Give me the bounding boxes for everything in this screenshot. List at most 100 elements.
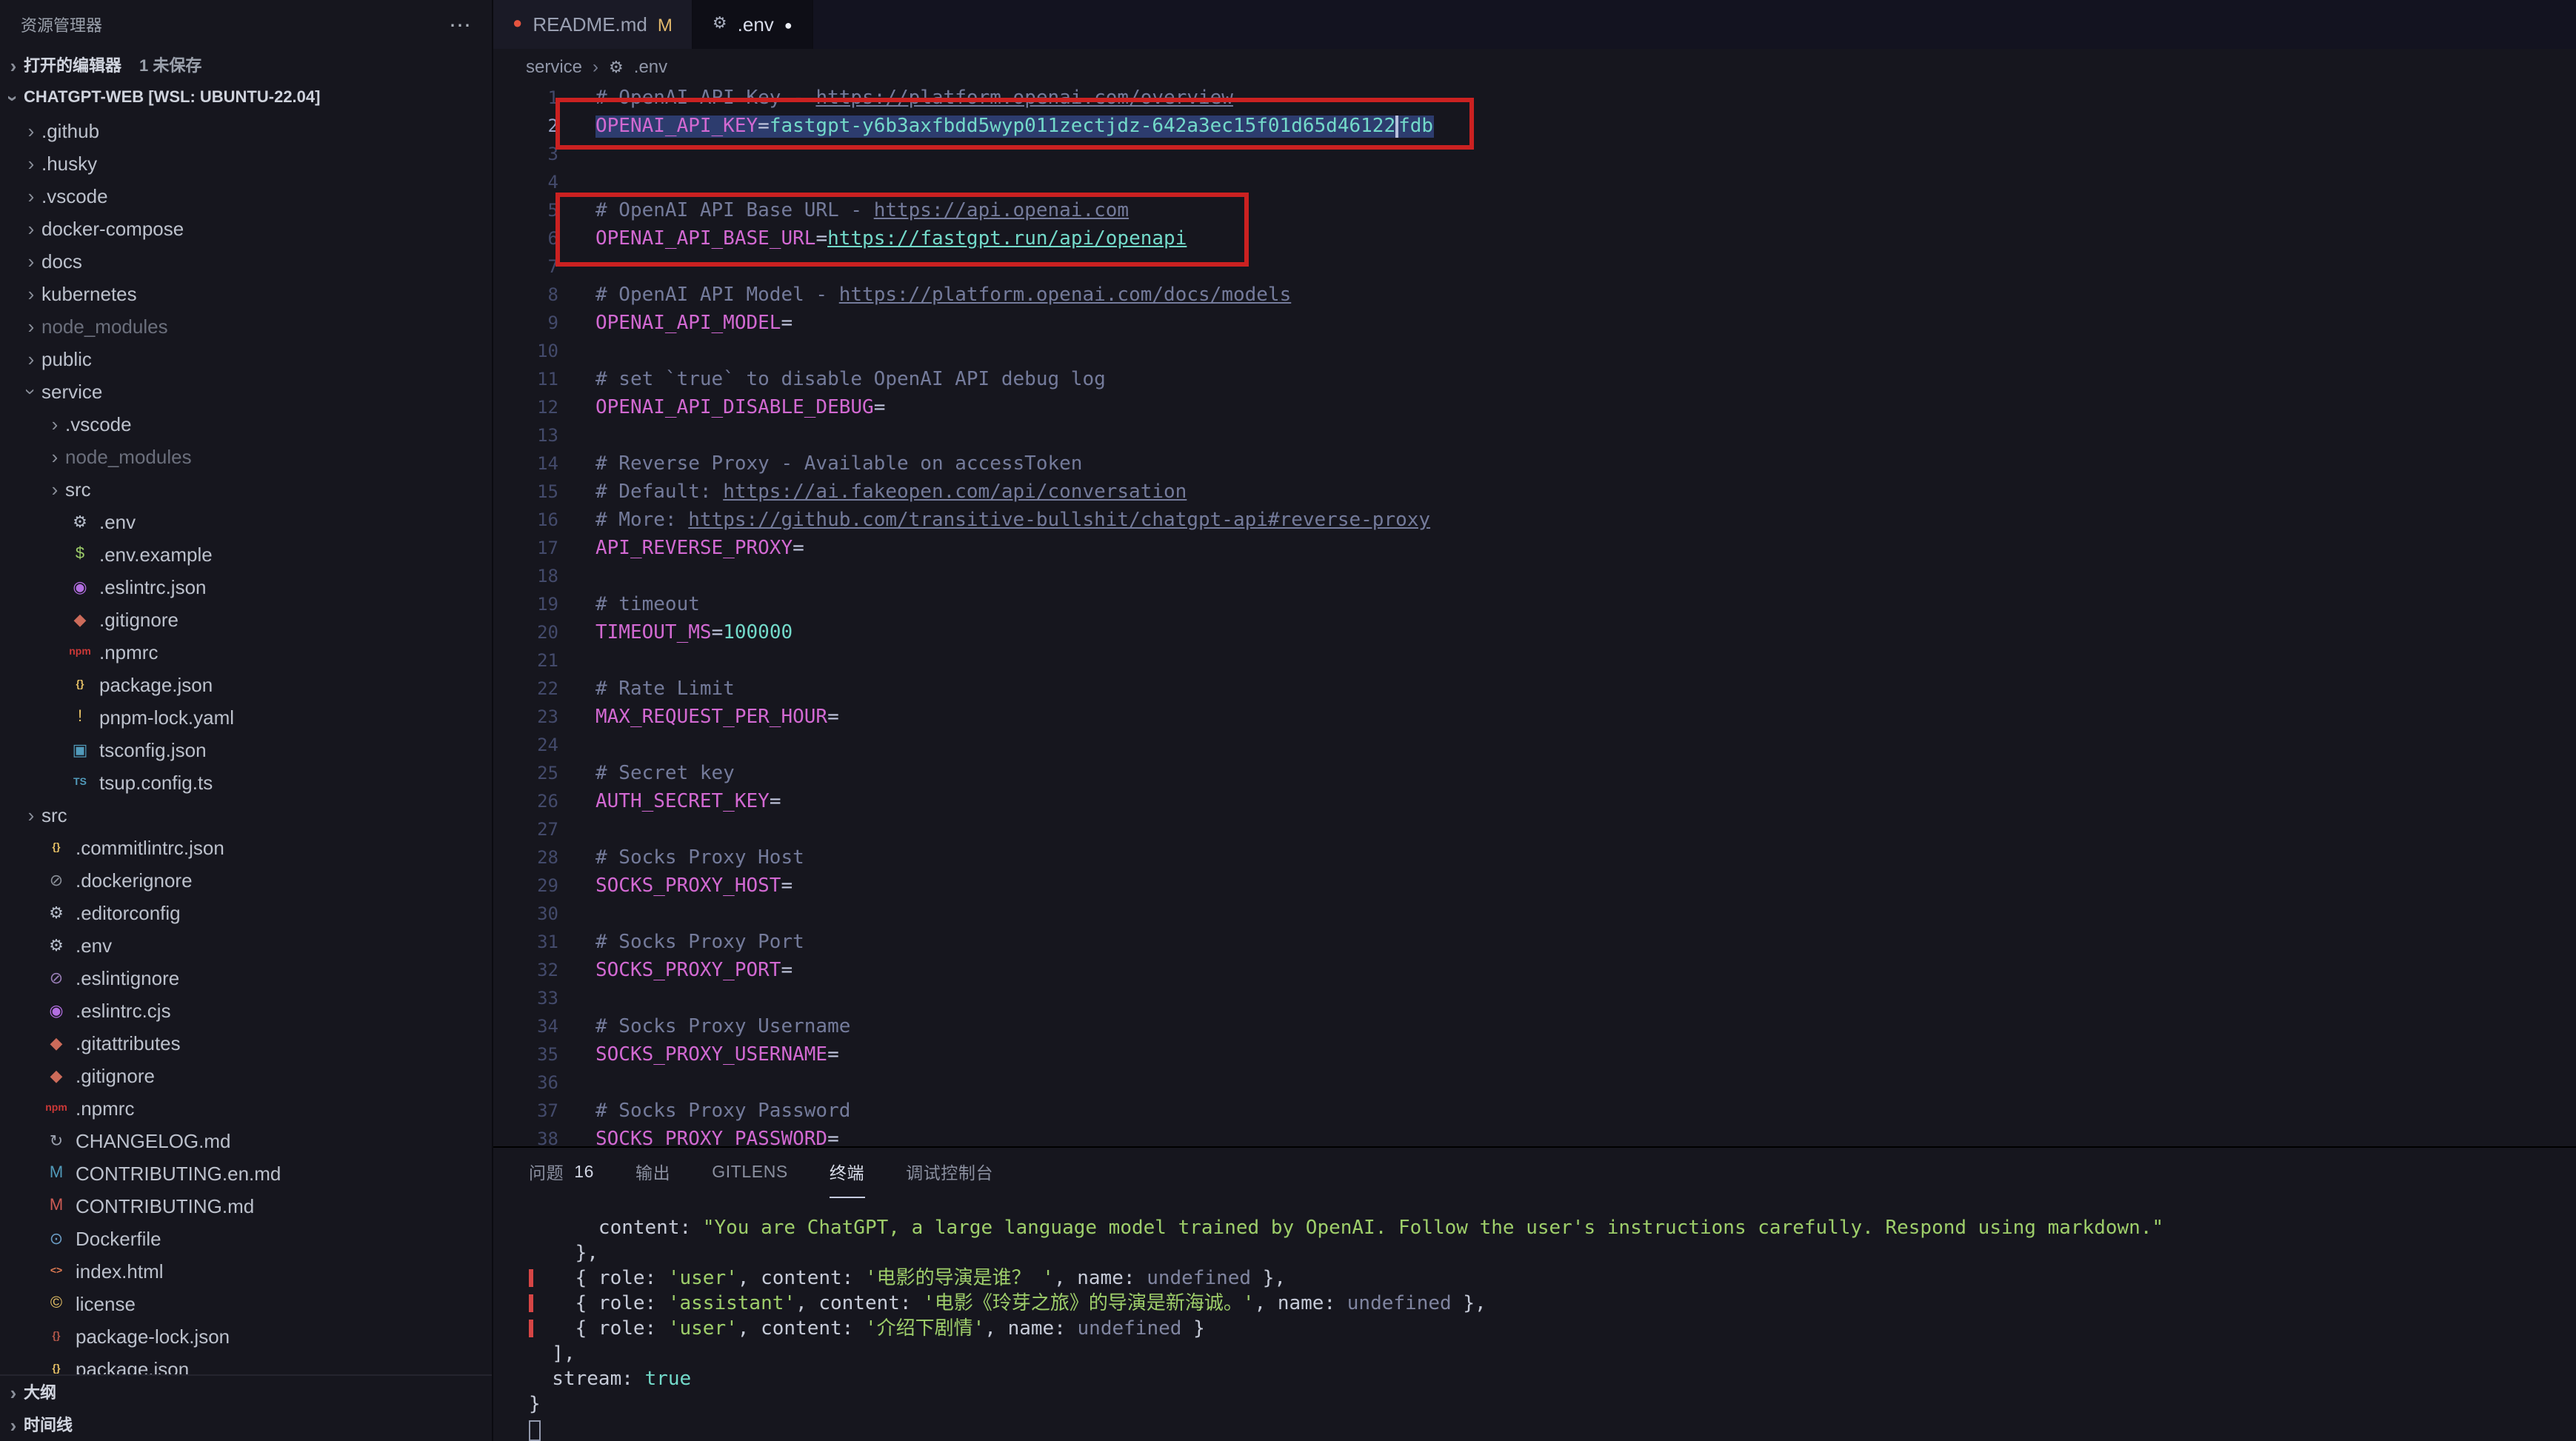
code-line[interactable]: 17API_REVERSE_PROXY= <box>493 535 2576 563</box>
tree-file-.gitignore[interactable]: ◆.gitignore <box>0 1059 492 1091</box>
code-line[interactable]: 3 <box>493 141 2576 169</box>
tree-folder-kubernetes[interactable]: ›kubernetes <box>0 277 492 310</box>
breadcrumb[interactable]: service › ⚙ .env <box>493 49 2576 84</box>
code-line[interactable]: 21 <box>493 647 2576 675</box>
terminal-output[interactable]: content: "You are ChatGPT, a large langu… <box>493 1198 2576 1441</box>
panel-tab-问题[interactable]: 问题16 <box>529 1148 594 1198</box>
code-area[interactable]: 1# OpenAI API Key - https://platform.ope… <box>493 84 2576 1146</box>
code-line[interactable]: 19# timeout <box>493 591 2576 619</box>
tree-item-label: .gitignore <box>76 1064 155 1086</box>
explorer-header: 资源管理器 ⋯ <box>0 0 492 49</box>
terminal-cursor <box>529 1420 541 1440</box>
code-line[interactable]: 10 <box>493 338 2576 366</box>
code-line[interactable]: 11# set `true` to disable OpenAI API deb… <box>493 366 2576 394</box>
code-line[interactable]: 34# Socks Proxy Username <box>493 1013 2576 1041</box>
code-line[interactable]: 2OPENAI_API_KEY=fastgpt-y6b3axfbdd5wyp01… <box>493 113 2576 141</box>
code-line[interactable]: 30 <box>493 900 2576 929</box>
code-line[interactable]: 12OPENAI_API_DISABLE_DEBUG= <box>493 394 2576 422</box>
tree-file-.dockerignore[interactable]: ⊘.dockerignore <box>0 863 492 896</box>
tree-file-.eslintrc.cjs[interactable]: ◉.eslintrc.cjs <box>0 994 492 1026</box>
open-editors-section[interactable]: › 打开的编辑器 1 未保存 <box>0 49 492 81</box>
tree-folder-docs[interactable]: ›docs <box>0 244 492 277</box>
tree-item-label: .gitattributes <box>76 1032 181 1054</box>
code-line[interactable]: 37# Socks Proxy Password <box>493 1097 2576 1126</box>
tree-file-CHANGELOG.md[interactable]: ↻CHANGELOG.md <box>0 1124 492 1157</box>
code-line[interactable]: 35SOCKS_PROXY_USERNAME= <box>493 1041 2576 1069</box>
code-line[interactable]: 32SOCKS_PROXY_PORT= <box>493 957 2576 985</box>
line-number: 11 <box>493 366 558 394</box>
code-line[interactable]: 9OPENAI_API_MODEL= <box>493 310 2576 338</box>
tree-file-package-lock.json[interactable]: {}package-lock.json <box>0 1320 492 1352</box>
tree-file-.gitattributes[interactable]: ◆.gitattributes <box>0 1026 492 1059</box>
code-line[interactable]: 27 <box>493 816 2576 844</box>
tab-README.md[interactable]: ●README.mdM <box>493 0 693 49</box>
code-line[interactable]: 15# Default: https://ai.fakeopen.com/api… <box>493 478 2576 506</box>
code-line[interactable]: 4 <box>493 169 2576 197</box>
tree-folder-.vscode[interactable]: ›.vscode <box>0 407 492 440</box>
code-line[interactable]: 36 <box>493 1069 2576 1097</box>
code-line[interactable]: 8# OpenAI API Model - https://platform.o… <box>493 281 2576 310</box>
code-line[interactable]: 1# OpenAI API Key - https://platform.ope… <box>493 84 2576 113</box>
panel-tab-GITLENS[interactable]: GITLENS <box>712 1148 788 1198</box>
tree-file-tsup.config.ts[interactable]: TStsup.config.ts <box>0 766 492 798</box>
tree-file-CONTRIBUTING.en.md[interactable]: MCONTRIBUTING.en.md <box>0 1157 492 1189</box>
code-line[interactable]: 20TIMEOUT_MS=100000 <box>493 619 2576 647</box>
code-line[interactable]: 6OPENAI_API_BASE_URL=https://fastgpt.run… <box>493 225 2576 253</box>
code-line[interactable]: 28# Socks Proxy Host <box>493 844 2576 872</box>
tree-file-tsconfig.json[interactable]: ▣tsconfig.json <box>0 733 492 766</box>
tree-file-package.json[interactable]: {}package.json <box>0 668 492 701</box>
tree-file-.npmrc[interactable]: npm.npmrc <box>0 1091 492 1124</box>
panel-tab-调试控制台[interactable]: 调试控制台 <box>906 1148 993 1198</box>
panel-tab-终端[interactable]: 终端 <box>830 1148 864 1198</box>
code-line[interactable]: 16# More: https://github.com/transitive-… <box>493 506 2576 535</box>
timeline-section[interactable]: › 时间线 <box>0 1408 492 1441</box>
code-line[interactable]: 33 <box>493 985 2576 1013</box>
workspace-root-section[interactable]: › CHATGPT-WEB [WSL: UBUNTU-22.04] <box>0 81 492 114</box>
tree-folder-src[interactable]: ›src <box>0 798 492 831</box>
tree-folder-.husky[interactable]: ›.husky <box>0 147 492 179</box>
breadcrumb-folder[interactable]: service <box>526 56 582 77</box>
tree-file-.commitlintrc.json[interactable]: {}.commitlintrc.json <box>0 831 492 863</box>
tree-file-.gitignore[interactable]: ◆.gitignore <box>0 603 492 635</box>
tree-file-.env[interactable]: ⚙.env <box>0 505 492 538</box>
tree-file-pnpm-lock.yaml[interactable]: !pnpm-lock.yaml <box>0 701 492 733</box>
tree-folder-service[interactable]: ›service <box>0 375 492 407</box>
tree-file-Dockerfile[interactable]: ⊙Dockerfile <box>0 1222 492 1254</box>
chevron-right-icon: › <box>21 316 41 335</box>
tree-folder-.github[interactable]: ›.github <box>0 114 492 147</box>
code-line[interactable]: 18 <box>493 563 2576 591</box>
code-line[interactable]: 14# Reverse Proxy - Available on accessT… <box>493 450 2576 478</box>
code-line[interactable]: 22# Rate Limit <box>493 675 2576 703</box>
code-line[interactable]: 7 <box>493 253 2576 281</box>
panel-tab-输出[interactable]: 输出 <box>635 1148 670 1198</box>
tree-file-.eslintrc.json[interactable]: ◉.eslintrc.json <box>0 570 492 603</box>
code-line[interactable]: 26AUTH_SECRET_KEY= <box>493 788 2576 816</box>
tree-file-package.json[interactable]: {}package.json <box>0 1352 492 1374</box>
code-line[interactable]: 25# Secret key <box>493 760 2576 788</box>
tree-folder-src[interactable]: ›src <box>0 472 492 505</box>
code-line[interactable]: 38SOCKS_PROXY_PASSWORD= <box>493 1126 2576 1146</box>
tree-folder-docker-compose[interactable]: ›docker-compose <box>0 212 492 244</box>
tree-folder-public[interactable]: ›public <box>0 342 492 375</box>
tree-file-.env.example[interactable]: $.env.example <box>0 538 492 570</box>
tree-folder-node_modules[interactable]: ›node_modules <box>0 440 492 472</box>
code-line[interactable]: 29SOCKS_PROXY_HOST= <box>493 872 2576 900</box>
tree-file-index.html[interactable]: <>index.html <box>0 1254 492 1287</box>
tree-file-.eslintignore[interactable]: ⊘.eslintignore <box>0 961 492 994</box>
tree-folder-.vscode[interactable]: ›.vscode <box>0 179 492 212</box>
tree-folder-node_modules[interactable]: ›node_modules <box>0 310 492 342</box>
tree-file-.editorconfig[interactable]: ⚙.editorconfig <box>0 896 492 929</box>
tree-file-license[interactable]: ©license <box>0 1287 492 1320</box>
tab-.env[interactable]: ⚙.env● <box>693 0 813 49</box>
tree-file-CONTRIBUTING.md[interactable]: MCONTRIBUTING.md <box>0 1189 492 1222</box>
outline-section[interactable]: › 大纲 <box>0 1376 492 1408</box>
code-line[interactable]: 5# OpenAI API Base URL - https://api.ope… <box>493 197 2576 225</box>
more-actions-icon[interactable]: ⋯ <box>449 11 471 38</box>
tree-file-.npmrc[interactable]: npm.npmrc <box>0 635 492 668</box>
code-line[interactable]: 13 <box>493 422 2576 450</box>
code-line[interactable]: 31# Socks Proxy Port <box>493 929 2576 957</box>
code-line[interactable]: 24 <box>493 732 2576 760</box>
code-line[interactable]: 23MAX_REQUEST_PER_HOUR= <box>493 703 2576 732</box>
breadcrumb-file[interactable]: .env <box>634 56 667 77</box>
tree-file-.env[interactable]: ⚙.env <box>0 929 492 961</box>
